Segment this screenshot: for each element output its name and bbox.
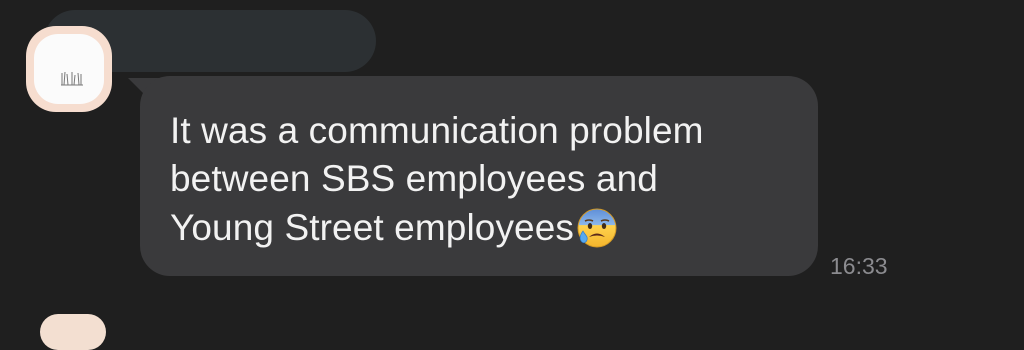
message-line-3: Young Street employees — [170, 206, 619, 250]
message-line-2: between SBS employees and — [170, 158, 658, 199]
avatar[interactable] — [26, 26, 112, 112]
avatar-image — [34, 34, 104, 104]
message-timestamp: 16:33 — [830, 253, 888, 279]
anxious-face-with-sweat-icon — [575, 206, 619, 250]
avatar-sketch-icon — [61, 71, 83, 86]
message-bubble[interactable]: It was a communication problem between S… — [140, 76, 818, 276]
message-line-3-text: Young Street employees — [170, 207, 574, 248]
next-message-avatar — [40, 314, 106, 350]
message-line-1: It was a communication problem — [170, 110, 704, 151]
